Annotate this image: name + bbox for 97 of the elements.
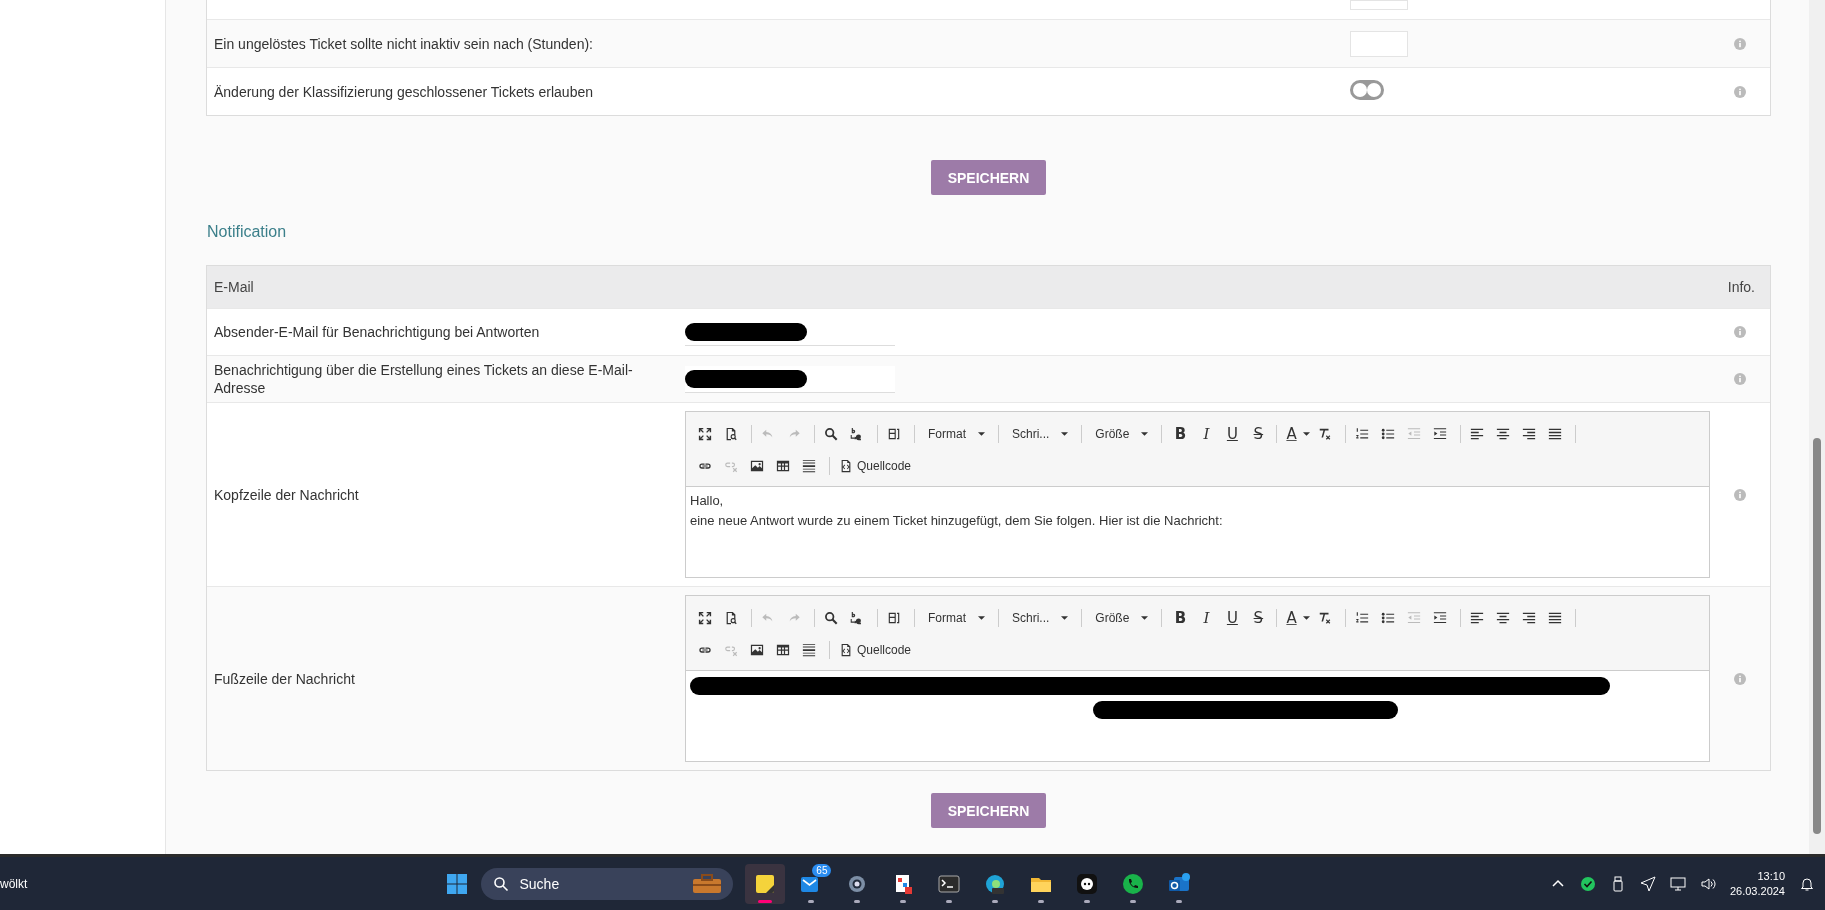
setting-label: Benachrichtigung über die Erstellung eines Tickets an diese E-Mail-Adresse [214, 361, 634, 397]
strikethrough-button[interactable]: S [1245, 602, 1272, 634]
align-right-icon [1521, 611, 1536, 625]
dropdown-button[interactable]: Schri... [1004, 418, 1077, 450]
scrollbar[interactable] [1809, 0, 1825, 854]
expand-icon [698, 611, 712, 625]
justify-icon [1547, 611, 1562, 625]
clock-date[interactable]: 26.03.2024 [1729, 883, 1785, 899]
monitor-icon[interactable] [1669, 875, 1686, 892]
align-left-icon [1469, 611, 1484, 625]
bullet-list-icon [1380, 427, 1395, 441]
text-color-button[interactable]: A [1282, 418, 1314, 450]
dropdown-button[interactable]: Format [920, 602, 993, 634]
align-left-icon [1469, 427, 1484, 441]
bold-button[interactable]: B [1167, 418, 1194, 450]
dropdown-button[interactable]: Größe [1087, 418, 1157, 450]
preview-icon [724, 611, 738, 625]
number-field[interactable] [1350, 30, 1408, 57]
align-center-icon [1495, 611, 1510, 625]
text-color-button[interactable]: A [1282, 602, 1314, 634]
dropdown-button[interactable]: Größe [1087, 602, 1157, 634]
source-code-button[interactable]: Quellcode [835, 450, 916, 482]
italic-button[interactable]: I [1193, 418, 1220, 450]
numbered-list-icon [1354, 427, 1369, 441]
italic-button[interactable]: I [1193, 602, 1220, 634]
speaker-icon[interactable] [1699, 875, 1716, 892]
align-right-icon [1521, 427, 1536, 441]
dropdown-button[interactable]: Format [920, 418, 993, 450]
horizontal-lines-icon [802, 643, 816, 657]
indent-icon [1432, 427, 1447, 441]
clock-time[interactable]: 13:10 [1757, 868, 1785, 884]
caret-icon [1061, 616, 1069, 620]
taskbar-app-button[interactable] [745, 863, 786, 904]
bold-button[interactable]: B [1167, 602, 1194, 634]
setting-label: Änderung der Klassifizierung geschlossener Tickets erlauben [214, 83, 594, 100]
briefcase-icon [691, 873, 724, 894]
chat-icon [1075, 871, 1100, 896]
replace-icon [850, 427, 864, 441]
outdent-icon [1406, 611, 1421, 625]
check-circle-icon[interactable] [1579, 875, 1596, 892]
setting-label: Kopfzeile der Nachricht [214, 485, 360, 504]
notification-badge: 65 [812, 863, 832, 877]
dropdown-button[interactable]: Schri... [1004, 602, 1077, 634]
clear-format-icon [1317, 611, 1332, 625]
editor-text-line: eine neue Antwort wurde zu einem Ticket hinzugefügt, dem Sie folgen. Hier ist die Nachricht: [690, 513, 1224, 528]
template-icon [887, 427, 901, 441]
caret-icon [1302, 432, 1310, 436]
source-code-button[interactable]: Quellcode [835, 634, 916, 666]
caret-icon [1061, 432, 1069, 436]
caret-icon [1302, 616, 1310, 620]
bullet-list-icon [1380, 611, 1395, 625]
editor-content[interactable]: Hallo, eine neue Antwort wurde zu einem Ticket hinzugefügt, dem Sie folgen. Hier ist die Nachricht: [686, 487, 1709, 577]
replace-icon [850, 611, 864, 625]
outdent-icon [1406, 427, 1421, 441]
preview-icon [724, 427, 738, 441]
numbered-list-icon [1354, 611, 1369, 625]
search-field[interactable]: Suche [481, 867, 734, 900]
column-header: E-Mail [214, 279, 254, 295]
underline-button[interactable]: U [1219, 418, 1246, 450]
toggle-switch[interactable] [1350, 80, 1384, 100]
indent-icon [1432, 611, 1447, 625]
editor-text-line: Hallo, [690, 493, 725, 508]
section-title: Notification [207, 223, 288, 241]
table-icon [776, 643, 790, 657]
image-icon [750, 643, 764, 657]
send-icon[interactable] [1639, 875, 1656, 892]
clear-format-icon [1317, 427, 1332, 441]
template-icon [887, 611, 901, 625]
setting-label: Ein ungelöstes Ticket sollte nicht inaktiv sein nach (Stunden): [214, 35, 594, 52]
caret-icon [978, 616, 985, 620]
save-button[interactable]: SPEICHERN [931, 160, 1046, 195]
setting-label: Absender-E-Mail für Benachrichtigung bei Antworten [214, 323, 541, 341]
search-icon [824, 427, 838, 441]
column-header: Info. [1727, 279, 1755, 295]
caret-icon [1141, 616, 1149, 620]
align-center-icon [1495, 427, 1510, 441]
number-field[interactable] [1350, 0, 1408, 10]
table-icon [776, 459, 790, 473]
search-icon [493, 875, 510, 892]
setting-label: Fußzeile der Nachricht [214, 669, 356, 688]
caret-icon [978, 432, 985, 436]
strikethrough-button[interactable]: S [1245, 418, 1272, 450]
underline-button[interactable]: U [1219, 602, 1246, 634]
expand-icon [698, 427, 712, 441]
phone-icon [1121, 871, 1146, 896]
bell-icon[interactable] [1799, 875, 1815, 892]
search-icon [824, 611, 838, 625]
windows-start-icon[interactable] [445, 871, 470, 896]
source-code-icon [839, 459, 853, 473]
horizontal-lines-icon [802, 459, 816, 473]
caret-icon [1141, 432, 1149, 436]
save-button[interactable]: SPEICHERN [931, 793, 1046, 828]
source-code-icon [839, 643, 853, 657]
email-field[interactable] [685, 365, 895, 393]
weather-text: wölkt [0, 876, 28, 891]
justify-icon [1547, 427, 1562, 441]
image-icon [750, 459, 764, 473]
